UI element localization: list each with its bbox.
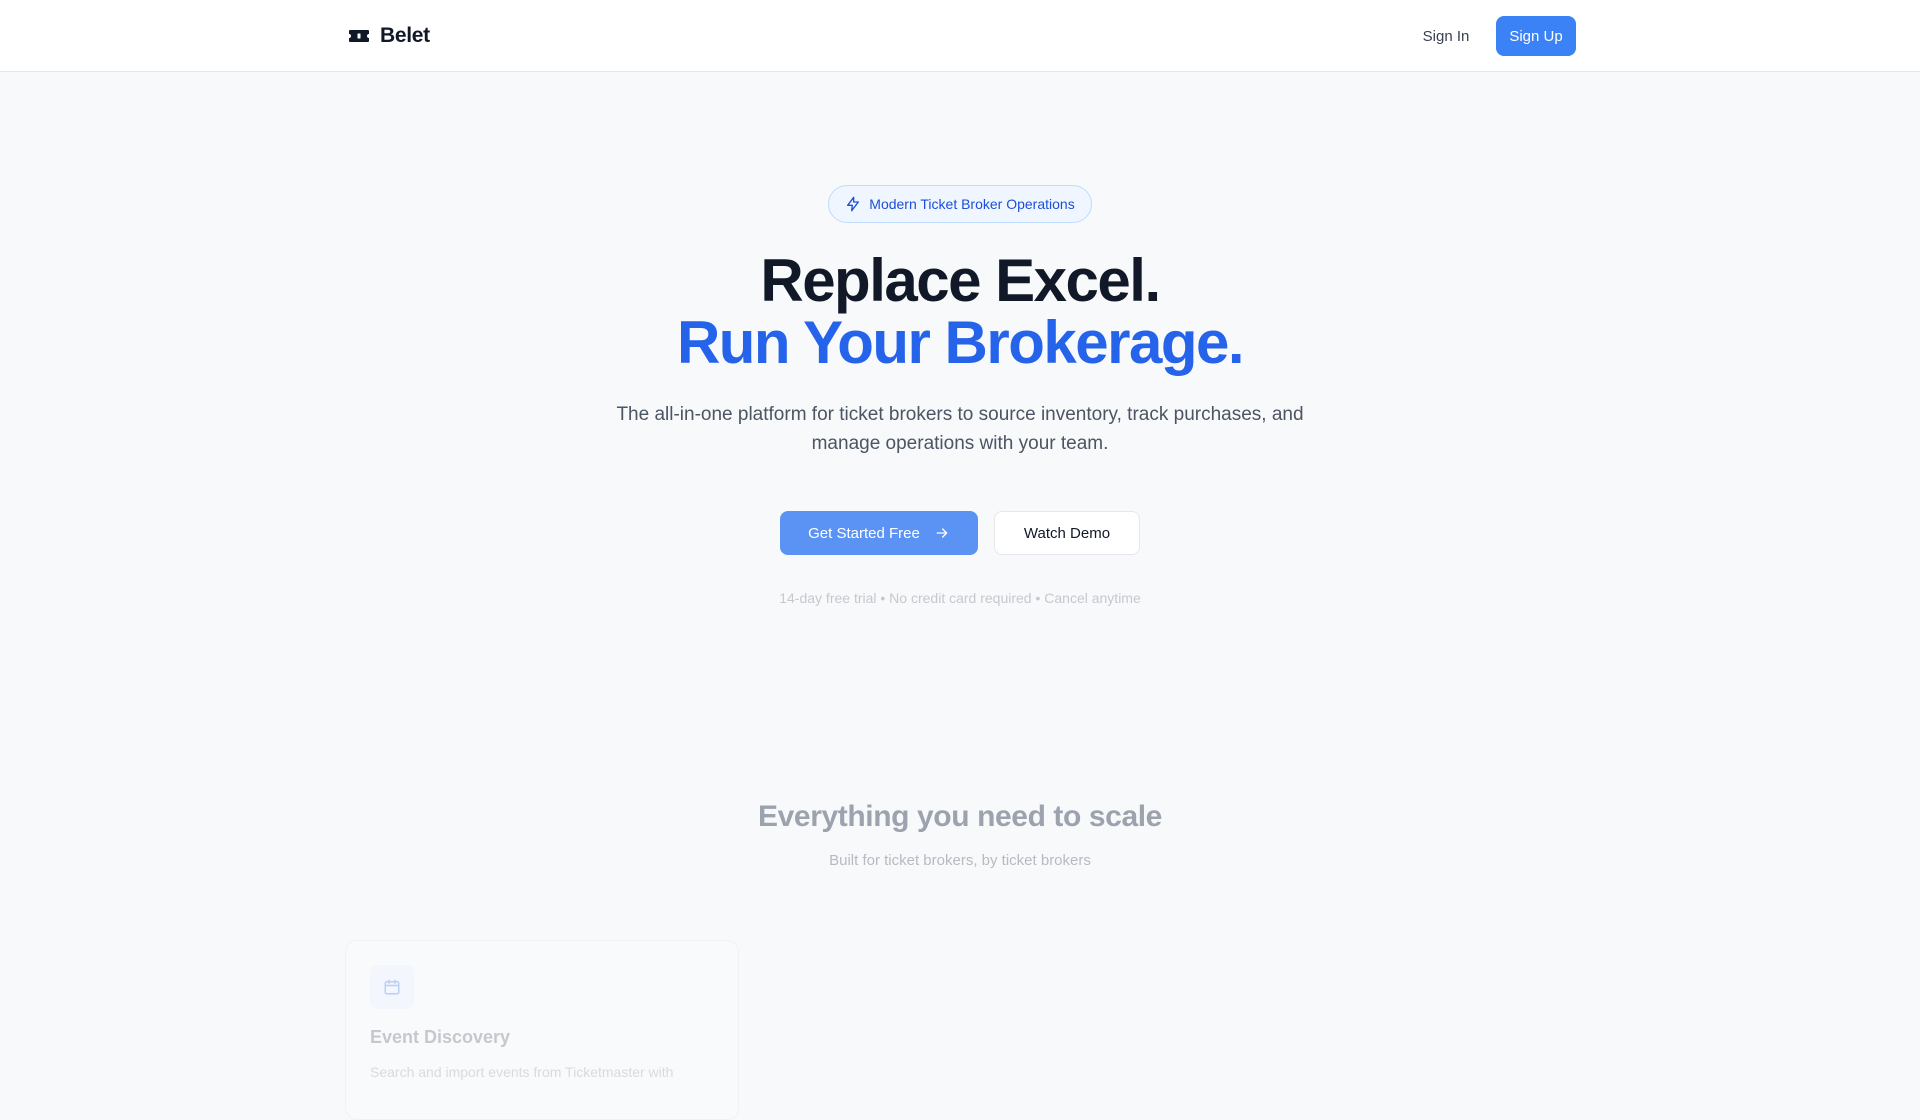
get-started-label: Get Started Free	[808, 524, 920, 542]
brand-name: Belet	[380, 24, 430, 47]
hero-subtitle: The all-in-one platform for ticket broke…	[616, 404, 1304, 454]
sign-up-button[interactable]: Sign Up	[1496, 16, 1576, 56]
sign-in-link[interactable]: Sign In	[1408, 22, 1484, 50]
hero-title-line2: Run Your Brokerage.	[676, 309, 1245, 376]
feature-card-icon-wrap	[370, 965, 414, 1009]
feature-card-description: Search and import events from Ticketmast…	[370, 1064, 674, 1080]
top-nav: Belet Sign In Sign Up	[0, 0, 1920, 72]
trial-note: 14-day free trial • No credit card requi…	[779, 590, 1141, 606]
calendar-icon	[384, 979, 400, 995]
watch-demo-button[interactable]: Watch Demo	[994, 511, 1140, 555]
feature-card-title: Event Discovery	[370, 1027, 511, 1047]
get-started-button[interactable]: Get Started Free	[780, 511, 978, 555]
features-subtitle: Built for ticket brokers, by ticket brok…	[829, 852, 1091, 869]
feature-card-event-discovery: Event Discovery Search and import events…	[345, 940, 739, 1120]
lightning-icon	[847, 196, 860, 212]
features-title: Everything you need to scale	[758, 800, 1162, 833]
brand-logo[interactable]: Belet	[348, 22, 430, 50]
hero-title-line1: Replace Excel.	[760, 247, 1161, 314]
hero-badge: Modern Ticket Broker Operations	[828, 185, 1092, 223]
hero-title: Replace Excel. Run Your Brokerage.	[0, 250, 1920, 374]
hero-badge-label: Modern Ticket Broker Operations	[869, 196, 1075, 212]
ticket-icon	[349, 30, 369, 42]
arrow-right-icon	[936, 528, 948, 538]
